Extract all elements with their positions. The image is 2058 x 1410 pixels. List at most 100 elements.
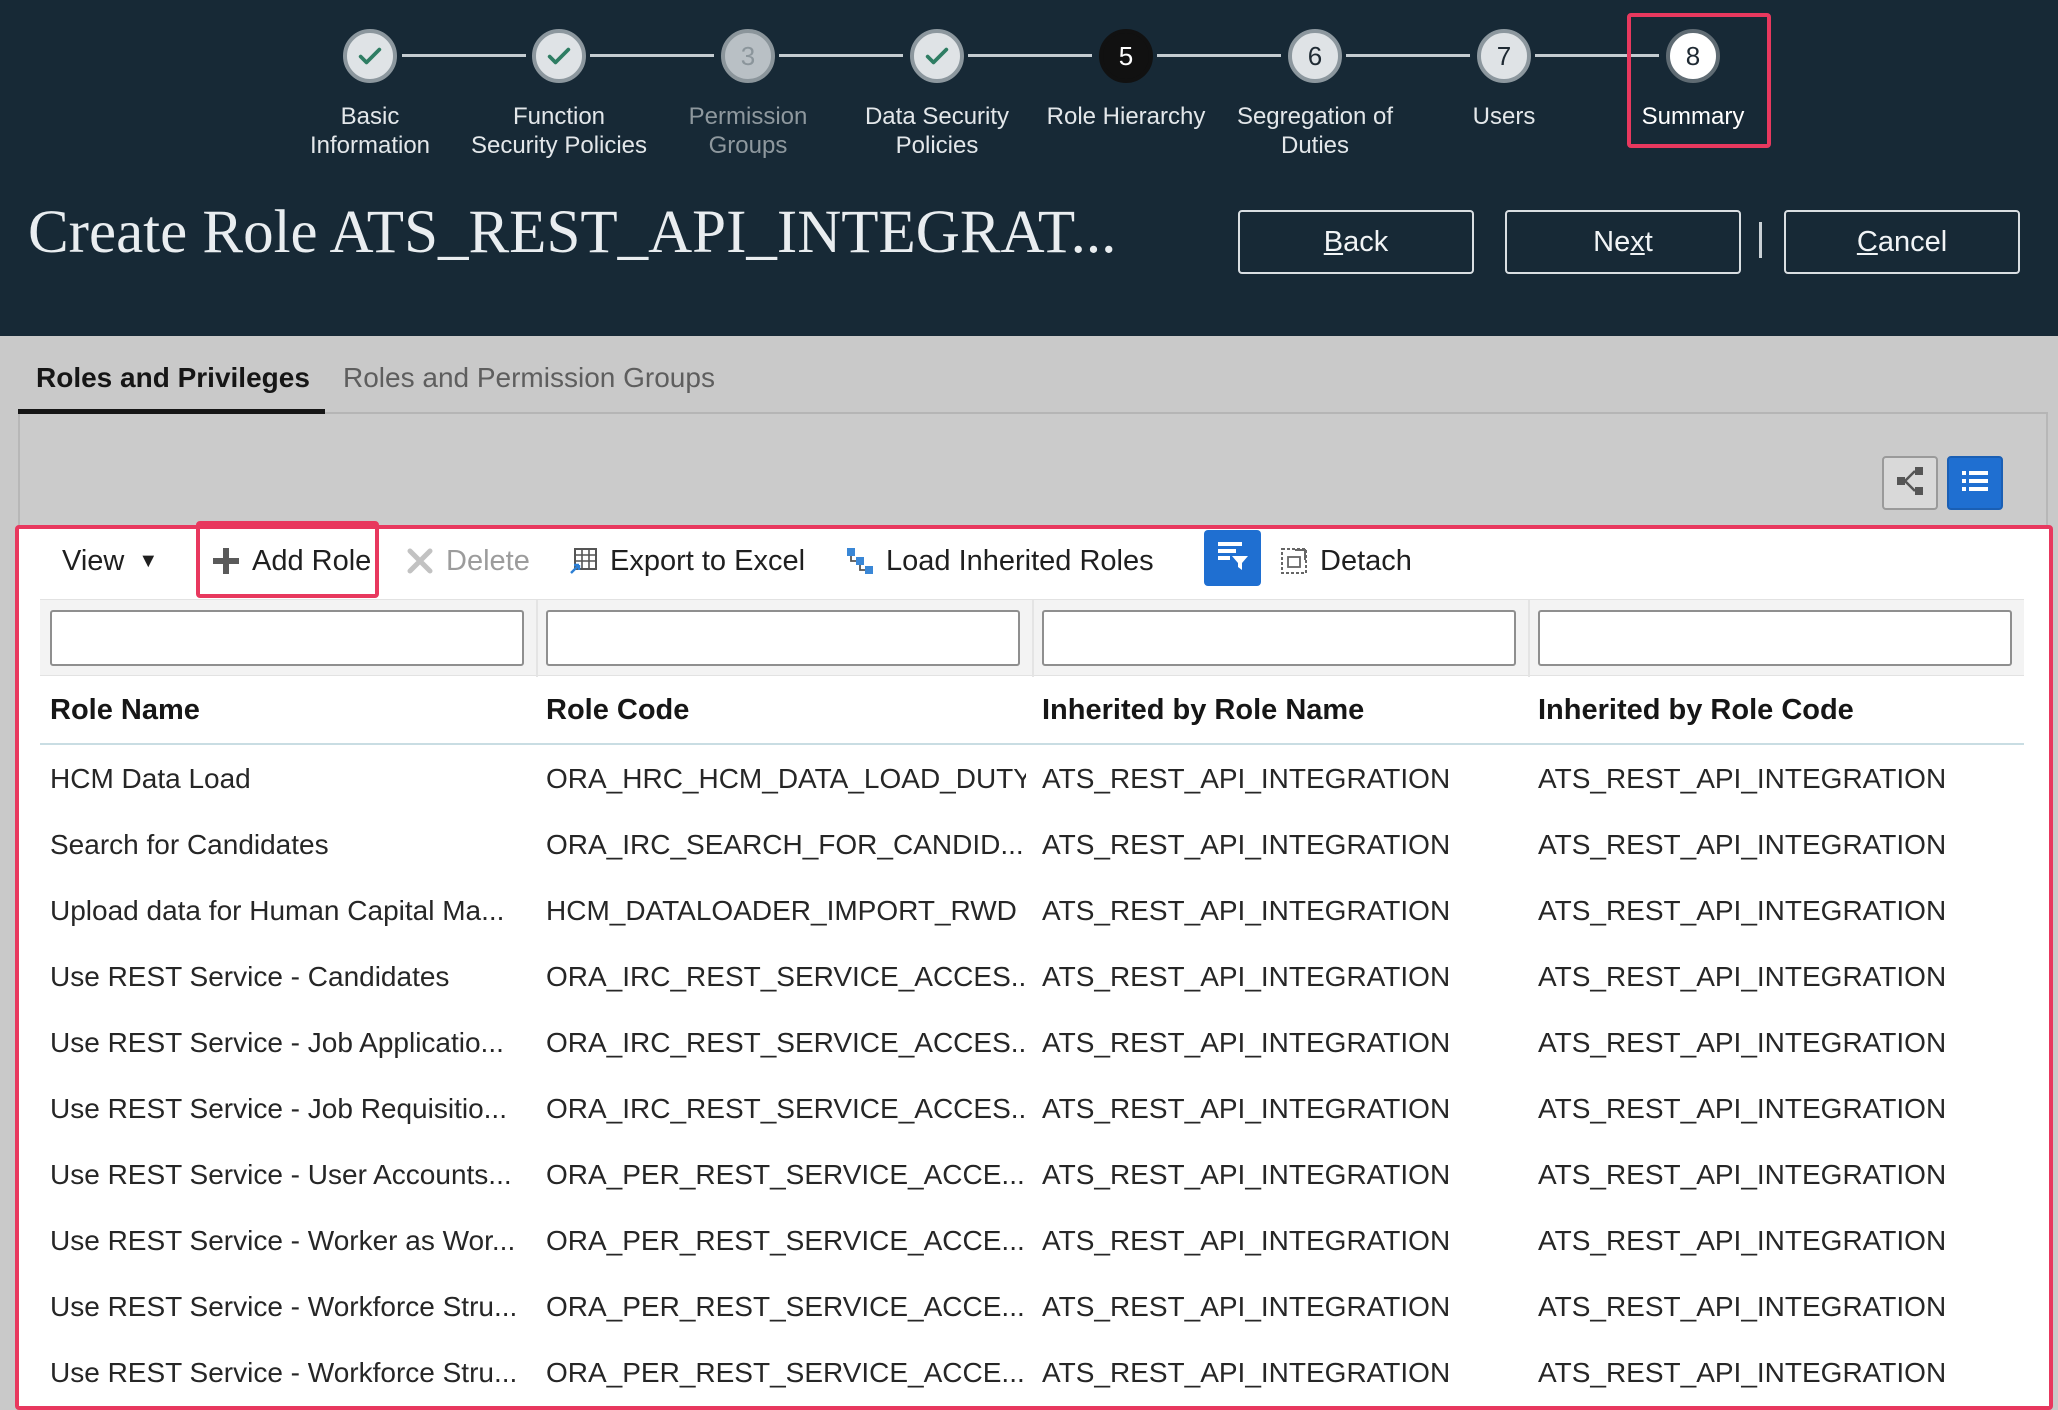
column-divider: [1032, 600, 1034, 677]
filter-role-code-input[interactable]: [546, 610, 1020, 666]
train-step-label: Function Security Policies: [470, 103, 648, 159]
step-number: 5: [1099, 29, 1153, 83]
train-step-label: Data Security Policies: [864, 103, 1010, 159]
table-cell: Use REST Service - Job Requisitio...: [50, 1093, 507, 1124]
delete-button[interactable]: Delete: [404, 540, 530, 582]
plus-icon: [210, 545, 242, 577]
table-cell: ORA_PER_REST_SERVICE_ACCE...: [546, 1159, 1025, 1190]
table-cell: Use REST Service - User Accounts...: [50, 1159, 512, 1190]
tab-roles-and-privileges[interactable]: Roles and Privileges: [36, 362, 310, 394]
filter-inherited-role-code-input[interactable]: [1538, 610, 2012, 666]
table-cell: ATS_REST_API_INTEGRATION: [1538, 1357, 1947, 1388]
inherited-roles-icon: [844, 545, 876, 577]
table-cell: Use REST Service - Job Applicatio...: [50, 1027, 504, 1058]
table-cell: ORA_PER_REST_SERVICE_ACCE...: [546, 1357, 1025, 1388]
filter-inherited-role-name-input[interactable]: [1042, 610, 1516, 666]
table-cell: ATS_REST_API_INTEGRATION: [1538, 1225, 1947, 1256]
table-row[interactable]: Upload data for Human Capital Ma... HCM_D…: [40, 878, 2024, 944]
train-step-label: Basic Information: [309, 103, 431, 159]
list-icon: [1958, 464, 1992, 503]
table-cell: ATS_REST_API_INTEGRATION: [1042, 1357, 1451, 1388]
train-connector: [968, 54, 1092, 57]
table-row[interactable]: Use REST Service - Job Requisitio... ORA_…: [40, 1076, 2024, 1142]
table-cell: ATS_REST_API_INTEGRATION: [1538, 763, 1947, 794]
load-inherited-roles-button[interactable]: Load Inherited Roles: [844, 540, 1154, 582]
column-header-role-code[interactable]: Role Code: [546, 694, 689, 727]
table-cell: Use REST Service - Worker as Wor...: [50, 1225, 516, 1256]
column-header-role-name[interactable]: Role Name: [50, 694, 200, 727]
table-cell: HCM_DATALOADER_IMPORT_RWD: [546, 895, 1017, 926]
train-step-label: Permission Groups: [688, 103, 808, 159]
table-cell: ATS_REST_API_INTEGRATION: [1042, 1027, 1451, 1058]
query-by-example-toggle[interactable]: [1204, 530, 1261, 586]
train-connector: [779, 54, 903, 57]
check-icon: [910, 29, 964, 83]
table-cell: ATS_REST_API_INTEGRATION: [1538, 1027, 1947, 1058]
check-icon: [343, 29, 397, 83]
table-cell: ATS_REST_API_INTEGRATION: [1042, 1291, 1451, 1322]
train-connector: [402, 54, 526, 57]
table-cell: ORA_IRC_REST_SERVICE_ACCES...: [546, 1027, 1026, 1058]
hierarchy-icon: [1893, 464, 1927, 503]
table-row[interactable]: Use REST Service - Workforce Stru... ORA_…: [40, 1340, 2024, 1406]
table-row[interactable]: Use REST Service - Candidates ORA_IRC_RES…: [40, 944, 2024, 1010]
next-button[interactable]: Ne x t: [1505, 210, 1741, 274]
tab-roles-and-permission-groups[interactable]: Roles and Permission Groups: [343, 362, 715, 394]
filter-row: [40, 599, 2024, 677]
table-row[interactable]: Use REST Service - User Accounts... ORA_P…: [40, 1142, 2024, 1208]
step-number: 7: [1477, 29, 1531, 83]
export-to-excel-button[interactable]: Export to Excel: [568, 540, 805, 582]
table-cell: Use REST Service - Candidates: [50, 961, 450, 992]
train-step-label: Users: [1472, 103, 1536, 130]
table-cell: ATS_REST_API_INTEGRATION: [1042, 829, 1451, 860]
table-row[interactable]: Use REST Service - Workforce Stru... ORA_…: [40, 1274, 2024, 1340]
filter-role-name-input[interactable]: [50, 610, 524, 666]
view-menu[interactable]: View ▼: [62, 540, 158, 582]
cancel-button[interactable]: Cancel: [1784, 210, 2020, 274]
table-cell: ATS_REST_API_INTEGRATION: [1538, 1291, 1947, 1322]
train-connector: [1346, 54, 1470, 57]
filter-icon: [1215, 538, 1251, 579]
table-cell: ORA_IRC_REST_SERVICE_ACCES...: [546, 1093, 1026, 1124]
table-cell: HCM Data Load: [50, 763, 251, 794]
table-cell: ORA_IRC_REST_SERVICE_ACCES...: [546, 961, 1026, 992]
table-cell: ATS_REST_API_INTEGRATION: [1042, 1093, 1451, 1124]
step-number: 6: [1288, 29, 1342, 83]
table-row[interactable]: HCM Data Load ORA_HRC_HCM_DATA_LOAD_DUTY A…: [40, 746, 2024, 812]
back-button[interactable]: Back: [1238, 210, 1474, 274]
table-cell: ATS_REST_API_INTEGRATION: [1538, 895, 1947, 926]
table-cell: ATS_REST_API_INTEGRATION: [1538, 1093, 1947, 1124]
check-icon: [532, 29, 586, 83]
table-cell: Use REST Service - Workforce Stru...: [50, 1357, 518, 1388]
add-role-button[interactable]: Add Role: [210, 540, 371, 582]
train-connector: [1157, 54, 1281, 57]
table-cell: ATS_REST_API_INTEGRATION: [1042, 1225, 1451, 1256]
train-step-label: Segregation of Duties: [1236, 103, 1394, 159]
detach-button[interactable]: Detach: [1278, 540, 1412, 582]
table-row[interactable]: Use REST Service - Worker as Wor... ORA_P…: [40, 1208, 2024, 1274]
table-cell: ATS_REST_API_INTEGRATION: [1042, 1159, 1451, 1190]
table-cell: ATS_REST_API_INTEGRATION: [1042, 895, 1451, 926]
table-cell: ATS_REST_API_INTEGRATION: [1042, 763, 1451, 794]
list-view-toggle[interactable]: [1947, 456, 2003, 510]
table-cell: ORA_IRC_SEARCH_FOR_CANDID...: [546, 829, 1024, 860]
page-header: Basic Information Function Security Polici…: [0, 0, 2058, 336]
table-row[interactable]: Search for Candidates ORA_IRC_SEARCH_FOR_…: [40, 812, 2024, 878]
summary-highlight-box: [1627, 13, 1771, 148]
table-cell: Search for Candidates: [50, 829, 329, 860]
table-cell: ATS_REST_API_INTEGRATION: [1538, 1159, 1947, 1190]
column-header-inherited-by-role-name[interactable]: Inherited by Role Name: [1042, 694, 1364, 727]
table-cell: ATS_REST_API_INTEGRATION: [1538, 961, 1947, 992]
table-cell: ORA_HRC_HCM_DATA_LOAD_DUTY: [546, 763, 1026, 794]
hierarchy-view-toggle[interactable]: [1882, 456, 1938, 510]
delete-x-icon: [404, 545, 436, 577]
export-spreadsheet-icon: [568, 545, 600, 577]
train-step-label: Role Hierarchy: [1046, 103, 1206, 130]
column-divider: [536, 600, 538, 677]
table-cell: Upload data for Human Capital Ma...: [50, 895, 505, 926]
table-cell: ATS_REST_API_INTEGRATION: [1042, 961, 1451, 992]
column-header-inherited-by-role-code[interactable]: Inherited by Role Code: [1538, 694, 1854, 727]
detach-icon: [1278, 545, 1310, 577]
table-row[interactable]: Use REST Service - Job Applicatio... ORA_…: [40, 1010, 2024, 1076]
column-divider: [1528, 600, 1530, 677]
